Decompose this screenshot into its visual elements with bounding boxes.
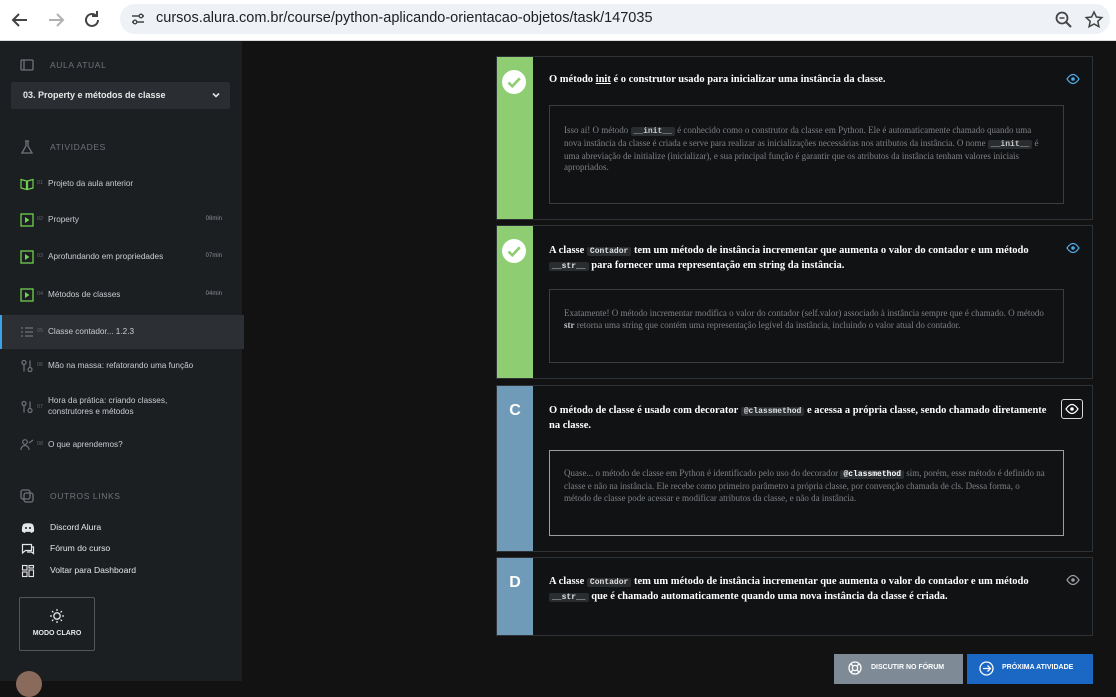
- answer-explanation: Quase... o método de classe em Python é …: [549, 450, 1064, 536]
- alternative-card-a[interactable]: O método init é o construtor usado para …: [496, 56, 1093, 220]
- activity-label: Métodos de classes: [48, 290, 121, 299]
- answer-explanation: Isso aí! O método __init__ é conhecido c…: [549, 105, 1064, 204]
- list-icon: [21, 327, 33, 337]
- flask-icon: [20, 140, 34, 154]
- url-text: cursos.alura.com.br/course/python-aplica…: [156, 10, 653, 26]
- link-label: Discord Alura: [50, 522, 102, 532]
- current-lesson-label: AULA ATUAL: [50, 60, 107, 70]
- activity-duration: 08min: [205, 216, 222, 222]
- browser-toolbar: cursos.alura.com.br/course/python-aplica…: [0, 0, 1116, 41]
- activity-label: Property: [48, 215, 79, 224]
- lesson-select-value: 03. Property e métodos de classe: [23, 90, 166, 100]
- sun-icon: [50, 609, 64, 623]
- correct-strip: [497, 226, 533, 378]
- activity-number: 01: [37, 180, 44, 186]
- activity-item-02[interactable]: 02 Property 08min: [0, 205, 242, 235]
- sidebar: AULA ATUAL 03. Property e métodos de cla…: [0, 41, 244, 697]
- activity-label: Mão na massa: refatorando uma função: [48, 361, 194, 370]
- link-label: Fórum do curso: [50, 543, 111, 553]
- light-mode-button[interactable]: MODO CLARO: [19, 597, 95, 651]
- activity-item-05[interactable]: 05 Classe contador... 1.2.3: [0, 315, 244, 349]
- activities-label: ATIVIDADES: [50, 142, 106, 152]
- discuss-forum-button[interactable]: DISCUTIR NO FÓRUM: [834, 654, 963, 684]
- discuss-forum-label: DISCUTIR NO FÓRUM: [871, 664, 945, 671]
- eye-icon[interactable]: [1061, 399, 1083, 419]
- eye-icon[interactable]: [1066, 242, 1080, 254]
- activity-duration: 07min: [205, 253, 222, 259]
- activity-label-line1: Hora da prática: criando classes,: [48, 396, 168, 405]
- book-icon: [20, 178, 34, 191]
- alternative-text: O método de classe é usado com decorator…: [549, 405, 1047, 431]
- links-icon: [20, 489, 34, 503]
- activity-label-line2: construtores e métodos: [48, 406, 134, 416]
- play-icon: [20, 288, 34, 302]
- activity-number: 02: [37, 216, 44, 222]
- learned-icon: [20, 439, 34, 451]
- bookmark-star-icon[interactable]: [1084, 10, 1104, 30]
- alternative-text: O método init é o construtor usado para …: [549, 74, 886, 85]
- activity-label: Aprofundando em propriedades: [48, 252, 164, 261]
- forward-arrow-icon[interactable]: [44, 8, 68, 32]
- activity-number: 05: [37, 328, 44, 334]
- arrow-right-circle-icon: [979, 661, 994, 676]
- link-forum[interactable]: Fórum do curso: [0, 540, 242, 560]
- play-icon: [20, 250, 34, 264]
- lesson-book-icon: [20, 59, 34, 71]
- back-arrow-icon[interactable]: [8, 8, 32, 32]
- activity-label: O que aprendemos?: [48, 440, 123, 449]
- alternative-text: A classe Contador tem um método de instâ…: [549, 576, 1029, 602]
- address-bar[interactable]: cursos.alura.com.br/course/python-aplica…: [120, 4, 1110, 34]
- activity-item-06[interactable]: 06 Mão na massa: refatorando uma função: [0, 351, 242, 381]
- other-links-label: OUTROS LINKS: [50, 491, 121, 501]
- activity-item-04[interactable]: 04 Métodos de classes 04min: [0, 280, 242, 310]
- check-icon: [502, 239, 526, 263]
- forum-icon: [21, 543, 35, 555]
- eye-icon[interactable]: [1066, 73, 1080, 85]
- next-activity-button[interactable]: PRÓXIMA ATIVIDADE: [967, 654, 1093, 684]
- zoom-icon[interactable]: [1054, 10, 1074, 30]
- alternative-card-c[interactable]: C O método de classe é usado com decorat…: [496, 385, 1093, 552]
- activity-label: Hora da prática: criando classes, constru…: [48, 396, 167, 417]
- check-icon: [502, 70, 526, 94]
- site-settings-icon[interactable]: [130, 11, 146, 27]
- alternative-card-b[interactable]: A classe Contador tem um método de instâ…: [496, 225, 1093, 379]
- activity-number: 04: [37, 291, 44, 297]
- option-letter: C: [509, 402, 521, 419]
- activity-label: Projeto da aula anterior: [48, 179, 134, 188]
- avatar[interactable]: [16, 671, 42, 697]
- alternative-text: A classe Contador tem um método de instâ…: [549, 245, 1029, 271]
- link-discord[interactable]: Discord Alura: [0, 519, 242, 539]
- reload-icon[interactable]: [80, 8, 104, 32]
- activity-item-08[interactable]: 08 O que aprendemos?: [0, 430, 242, 460]
- dashboard-icon: [21, 564, 35, 578]
- activity-item-03[interactable]: 03 Aprofundando em propriedades 07min: [0, 242, 242, 272]
- option-strip: D: [497, 558, 533, 635]
- activity-number: 06: [37, 362, 44, 368]
- lesson-select[interactable]: 03. Property e métodos de classe: [11, 82, 230, 109]
- alternative-card-d[interactable]: D A classe Contador tem um método de ins…: [496, 557, 1093, 636]
- play-icon: [20, 213, 34, 227]
- light-mode-label: MODO CLARO: [32, 630, 82, 637]
- next-activity-label: PRÓXIMA ATIVIDADE: [1002, 664, 1074, 671]
- correct-strip: [497, 57, 533, 219]
- discord-icon: [21, 523, 35, 533]
- option-letter: D: [509, 574, 521, 591]
- answer-explanation: Exatamente! O método incrementar modific…: [549, 289, 1064, 363]
- option-strip: C: [497, 386, 533, 551]
- hands-on-icon: [21, 359, 33, 373]
- activity-item-01[interactable]: 01 Projeto da aula anterior: [0, 169, 242, 199]
- activity-item-07[interactable]: 07 Hora da prática: criando classes, cons…: [0, 389, 242, 425]
- hands-on-icon: [21, 400, 33, 414]
- eye-icon[interactable]: [1066, 574, 1080, 586]
- activity-number: 08: [37, 441, 44, 447]
- activity-label: Classe contador... 1.2.3: [48, 327, 135, 336]
- chevron-down-icon: [212, 92, 220, 98]
- activity-number: 03: [37, 253, 44, 259]
- lifebuoy-icon: [848, 661, 862, 675]
- link-dashboard[interactable]: Voltar para Dashboard: [0, 562, 242, 582]
- activity-duration: 04min: [205, 291, 222, 297]
- link-label: Voltar para Dashboard: [50, 565, 136, 575]
- activity-number: 07: [37, 404, 44, 410]
